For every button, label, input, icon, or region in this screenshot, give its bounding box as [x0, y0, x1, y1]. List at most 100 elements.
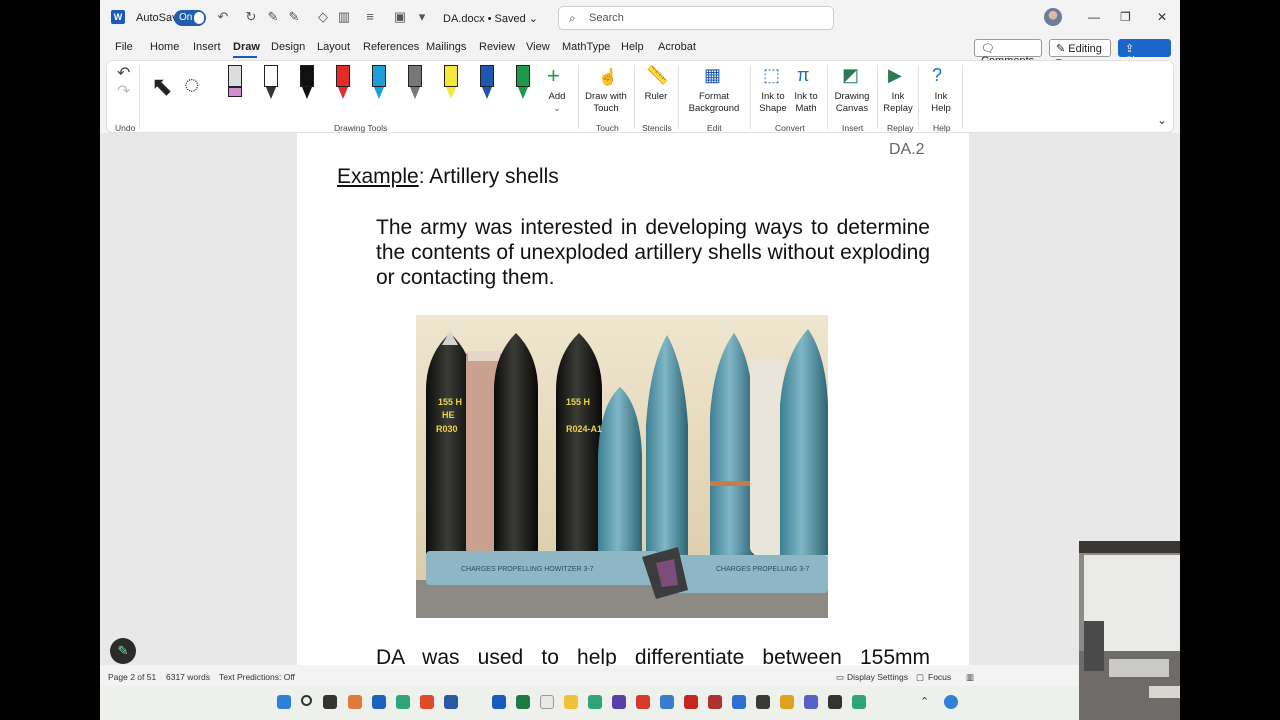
- minimize-icon[interactable]: —: [1088, 10, 1100, 24]
- redo-icon[interactable]: ↷: [117, 81, 130, 101]
- tab-help[interactable]: Help: [621, 41, 644, 53]
- format-background-icon[interactable]: ▦: [704, 65, 721, 86]
- pen-set-icon[interactable]: ▥: [336, 9, 352, 25]
- format-background-button[interactable]: Format Background: [681, 91, 747, 115]
- chrome-icon[interactable]: [780, 695, 794, 709]
- acrobat-icon[interactable]: [684, 695, 698, 709]
- app2-icon[interactable]: [612, 695, 626, 709]
- ink-help-button[interactable]: Ink Help: [924, 91, 958, 115]
- pen-darkblue-icon[interactable]: [480, 65, 494, 101]
- eraser-pen-icon[interactable]: [228, 65, 242, 101]
- tab-mathtype[interactable]: MathType: [562, 41, 610, 53]
- r-icon[interactable]: [444, 695, 458, 709]
- ink-help-icon[interactable]: ?: [932, 65, 942, 86]
- artillery-shells-photo[interactable]: 155 H HE R030 155 H R024-A1 CHARGES PROPELL…: [416, 315, 828, 618]
- collapse-ribbon-icon[interactable]: ⌄: [1157, 113, 1167, 127]
- draw-pen-floating-button[interactable]: ✎: [110, 638, 136, 664]
- onedrive-icon[interactable]: [944, 695, 958, 709]
- ink-replay-button[interactable]: Ink Replay: [881, 91, 915, 115]
- ruler-button[interactable]: Ruler: [637, 91, 675, 103]
- outlook-icon[interactable]: [372, 695, 386, 709]
- app-icon[interactable]: [348, 695, 362, 709]
- powerpoint-icon[interactable]: [636, 695, 650, 709]
- tab-references[interactable]: References: [363, 41, 419, 53]
- file-explorer-icon[interactable]: [564, 695, 578, 709]
- pen-gray-icon[interactable]: [408, 65, 422, 101]
- notepad-icon[interactable]: [540, 695, 554, 709]
- redo-icon[interactable]: ↻: [243, 9, 259, 25]
- app6-icon[interactable]: [852, 695, 866, 709]
- tab-insert[interactable]: Insert: [193, 41, 221, 53]
- restore-icon[interactable]: ❐: [1120, 10, 1131, 24]
- tab-draw[interactable]: Draw: [233, 41, 260, 53]
- page-count[interactable]: Page 2 of 51: [108, 672, 156, 682]
- highlighter-icon[interactable]: ✎: [286, 9, 302, 25]
- task-view-icon[interactable]: [323, 695, 337, 709]
- select-cursor-icon[interactable]: ⬉: [151, 71, 173, 102]
- firefox-icon[interactable]: [420, 695, 434, 709]
- customize-qat-icon[interactable]: ▾: [414, 9, 430, 25]
- text-predictions[interactable]: Text Predictions: Off: [219, 672, 295, 682]
- add-pen-icon[interactable]: +: [547, 63, 560, 89]
- tab-home[interactable]: Home: [150, 41, 179, 53]
- pencil-icon[interactable]: [264, 65, 278, 101]
- pen-icon[interactable]: ✎: [265, 9, 281, 25]
- lasso-icon[interactable]: ◌: [184, 69, 199, 100]
- app5-icon[interactable]: [828, 695, 842, 709]
- eraser-icon[interactable]: ◇: [315, 9, 331, 25]
- lines-icon[interactable]: ≡: [362, 9, 378, 25]
- focus-button[interactable]: Focus: [928, 672, 951, 682]
- browser-icon[interactable]: [588, 695, 602, 709]
- pen-black-icon[interactable]: [300, 65, 314, 101]
- drawing-canvas-icon[interactable]: ◩: [842, 65, 859, 86]
- undo-icon[interactable]: ↶: [215, 9, 231, 25]
- tray-chevron-icon[interactable]: ⌃: [920, 695, 934, 709]
- search-placeholder: Search: [589, 12, 624, 24]
- excel-icon[interactable]: [516, 695, 530, 709]
- word-count[interactable]: 6317 words: [166, 672, 210, 682]
- read-mode-icon[interactable]: ▥: [966, 672, 974, 683]
- search-taskbar-icon[interactable]: [301, 695, 312, 706]
- tab-mailings[interactable]: Mailings: [426, 41, 466, 53]
- add-dropdown-icon[interactable]: ⌄: [551, 103, 563, 115]
- pen-green-icon[interactable]: [516, 65, 530, 101]
- separator: [962, 65, 963, 129]
- tab-design[interactable]: Design: [271, 41, 305, 53]
- ink-to-shape-button[interactable]: Ink to Shape: [757, 91, 789, 115]
- edge-icon[interactable]: [396, 695, 410, 709]
- editing-button[interactable]: ✎ Editing ▾: [1049, 39, 1111, 68]
- touch-hand-icon[interactable]: ☝: [598, 67, 618, 87]
- photos-icon[interactable]: [660, 695, 674, 709]
- search-input[interactable]: ⌕ Search: [558, 6, 834, 30]
- start-icon[interactable]: [277, 695, 291, 709]
- share-button[interactable]: ⇪ Share: [1118, 39, 1171, 67]
- display-settings-button[interactable]: Display Settings: [847, 672, 908, 682]
- ink-to-math-button[interactable]: Ink to Math: [790, 91, 822, 115]
- format-icon[interactable]: ▣: [392, 9, 408, 25]
- app4-icon[interactable]: [756, 695, 770, 709]
- teams-icon[interactable]: [804, 695, 818, 709]
- tab-review[interactable]: Review: [479, 41, 515, 53]
- tab-file[interactable]: File: [115, 41, 133, 53]
- app3-icon[interactable]: [732, 695, 746, 709]
- draw-with-touch-button[interactable]: Draw with Touch: [581, 91, 631, 115]
- tab-layout[interactable]: Layout: [317, 41, 350, 53]
- document-name[interactable]: DA.docx • Saved ⌄: [443, 12, 538, 25]
- pen-red-icon[interactable]: [336, 65, 350, 101]
- document-page[interactable]: DA.2 Example: Artillery shells The army …: [297, 133, 969, 669]
- comments-button[interactable]: 🗨 Comments: [974, 39, 1042, 67]
- word-taskbar-icon[interactable]: [492, 695, 506, 709]
- pen-blue-icon[interactable]: [372, 65, 386, 101]
- ink-replay-icon[interactable]: ▶: [888, 65, 902, 86]
- ink-to-math-icon[interactable]: π: [797, 65, 809, 86]
- undo-icon[interactable]: ↶: [117, 63, 130, 83]
- avatar[interactable]: [1044, 8, 1062, 26]
- drawing-canvas-button[interactable]: Drawing Canvas: [830, 91, 874, 115]
- highlighter-yellow-icon[interactable]: [444, 65, 458, 101]
- tab-acrobat[interactable]: Acrobat: [658, 41, 696, 53]
- calendar-icon[interactable]: [708, 695, 722, 709]
- ink-to-shape-icon[interactable]: ⬚: [763, 65, 780, 86]
- close-icon[interactable]: ✕: [1157, 10, 1167, 24]
- tab-view[interactable]: View: [526, 41, 550, 53]
- ruler-icon[interactable]: 📏: [646, 65, 668, 86]
